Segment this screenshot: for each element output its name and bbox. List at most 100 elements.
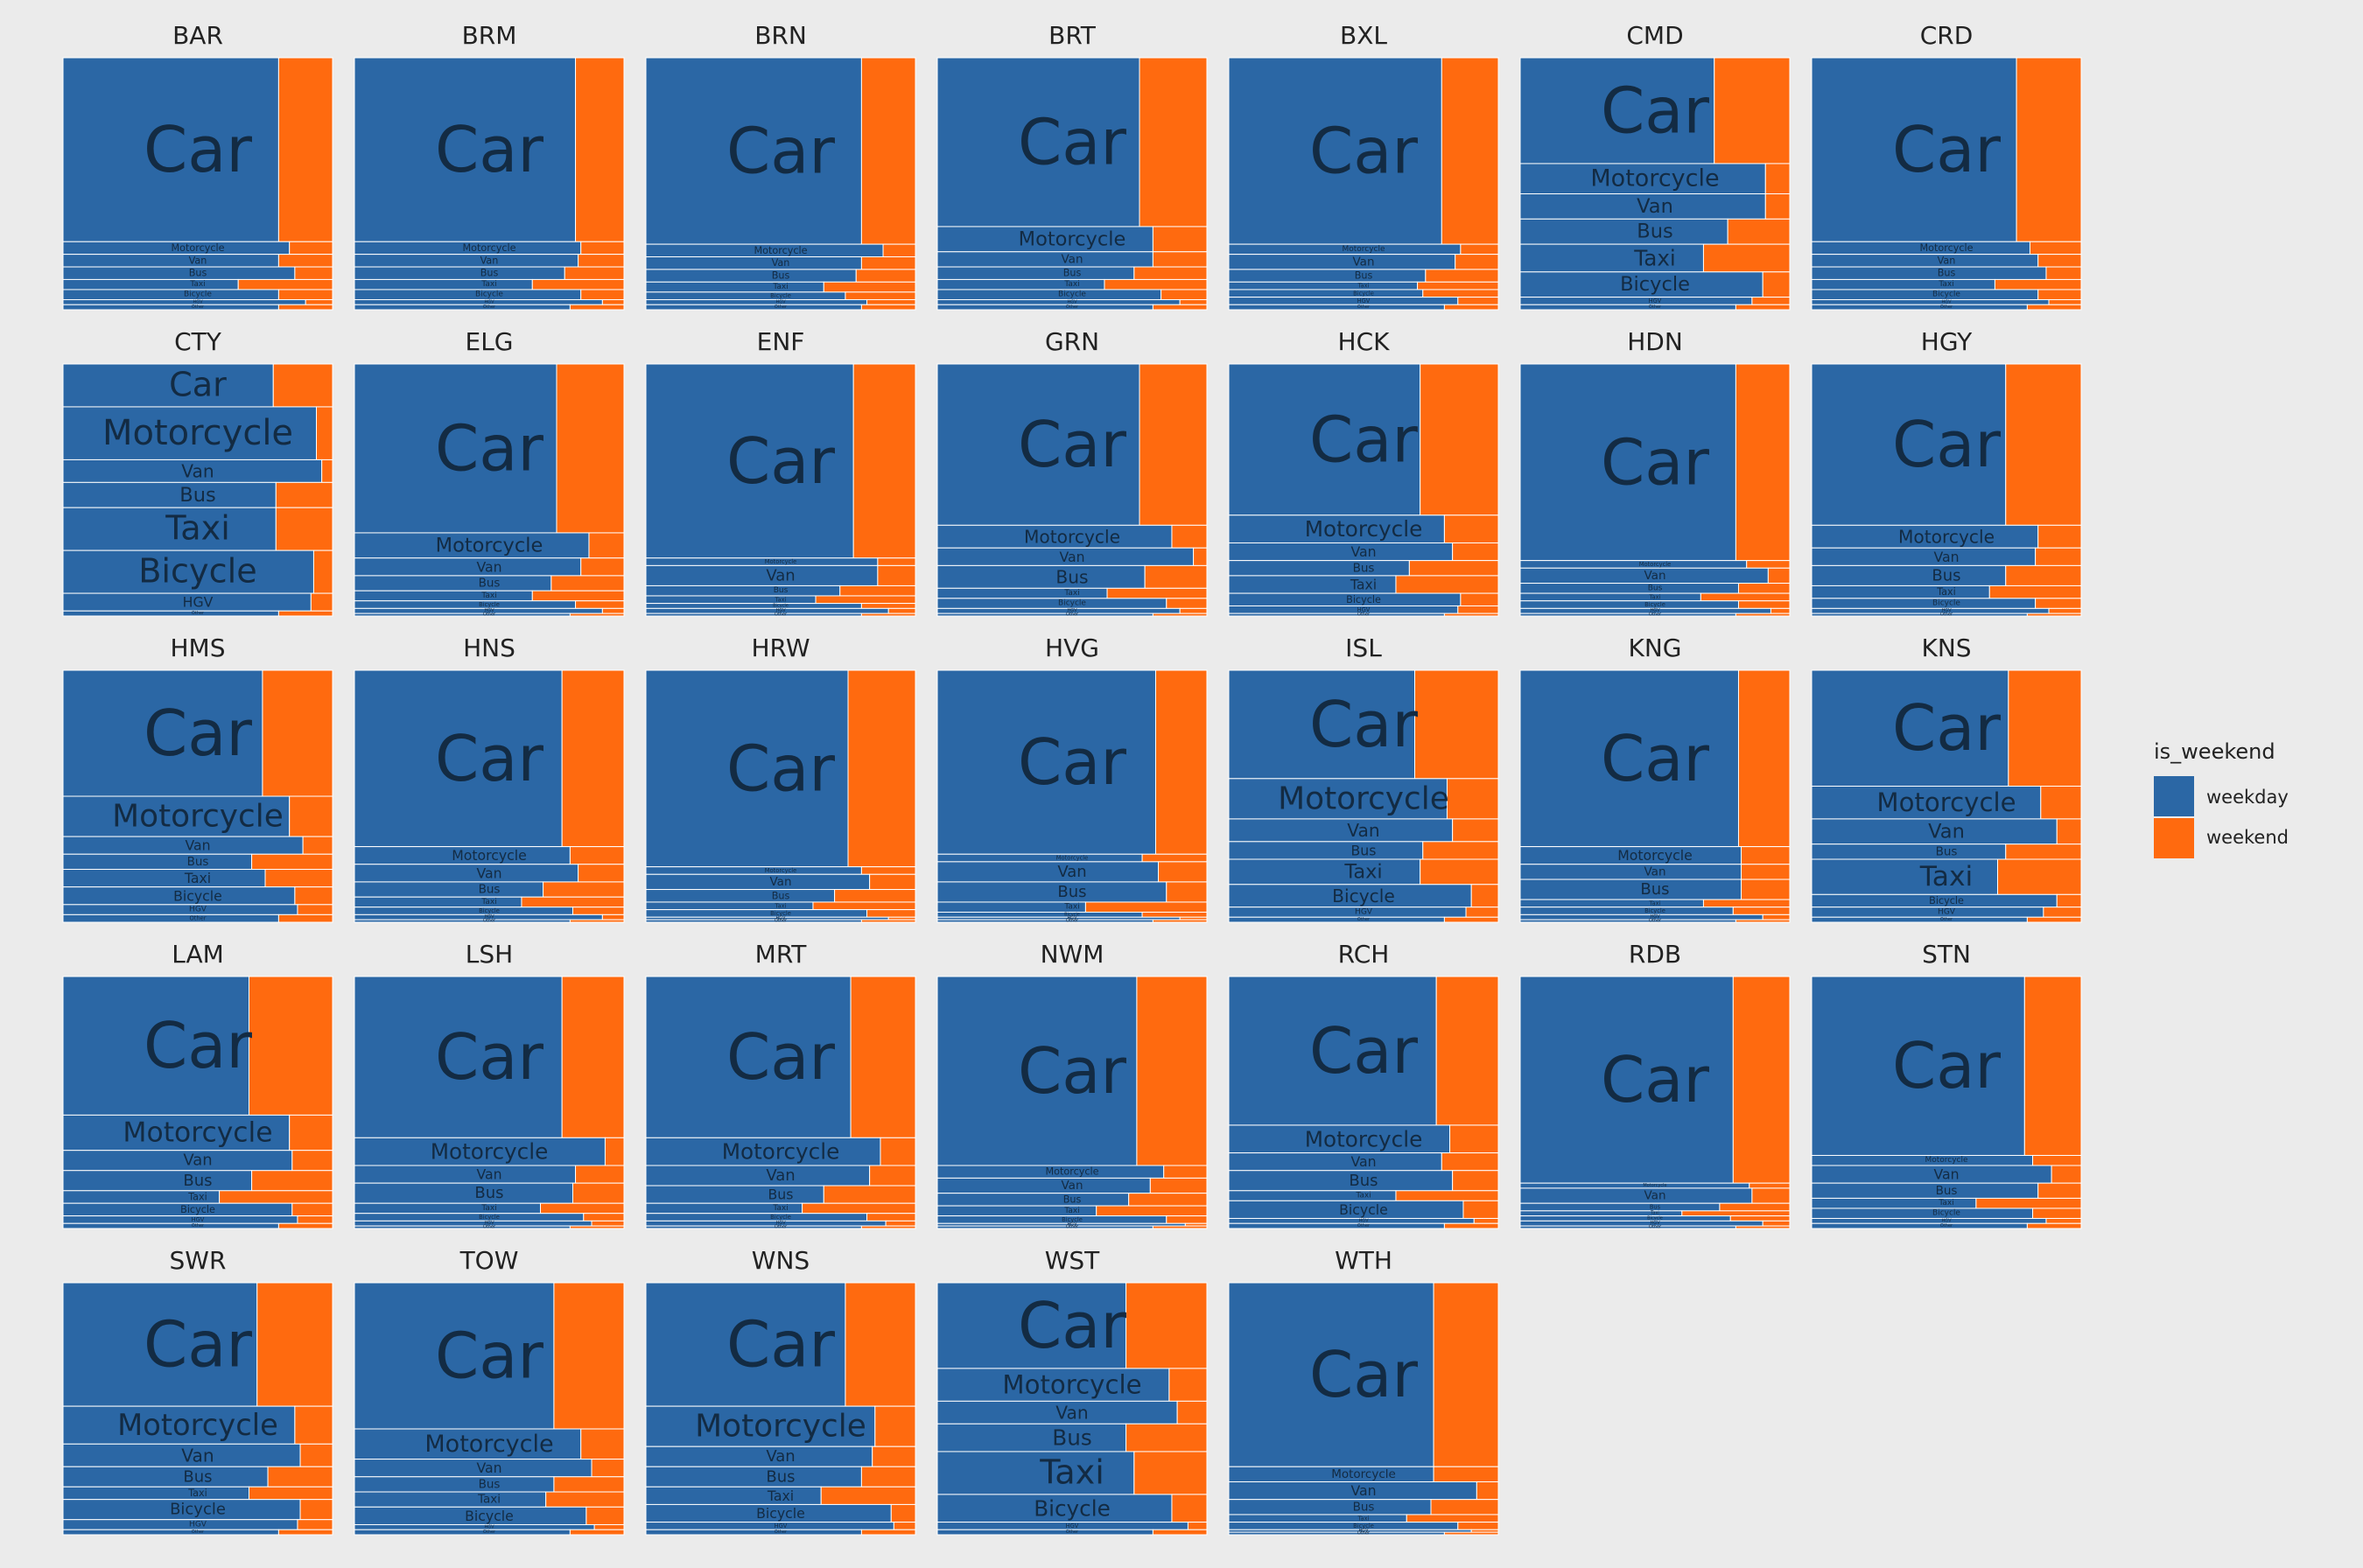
tile-taxi-weekday [1519, 899, 1704, 908]
tile-label-car: Car [1018, 725, 1126, 799]
tile-label-bus: Bus [1353, 1500, 1375, 1514]
tile-hgv-weekday [1228, 1217, 1475, 1224]
tile-label-car: Car [1309, 1338, 1418, 1411]
tile-other-weekday [936, 612, 1153, 617]
tile-hgv-weekend [1457, 605, 1499, 614]
tile-bus-weekday [645, 1185, 824, 1204]
tile-label-car: Car [144, 696, 252, 770]
tile-motorcycle-weekday [645, 557, 879, 566]
tile-hgv-weekday [645, 1220, 887, 1227]
tile-motorcycle-weekday [936, 853, 1143, 863]
tile-label-motorcycle: Motorcycle [722, 1139, 840, 1165]
tile-bicycle-weekend [571, 906, 625, 915]
tile-hgv-weekend [893, 1522, 916, 1530]
tile-label-other: Other [775, 1530, 788, 1535]
tile-van-weekend [580, 557, 625, 577]
tile-other-weekday [354, 1225, 571, 1229]
tile-car-weekend [1737, 669, 1791, 848]
tile-motorcycle-weekend [1764, 163, 1791, 195]
tile-hgv-weekend [1179, 298, 1208, 305]
tile-label-bus: Bus [189, 268, 207, 279]
tile-other-weekday [1228, 1222, 1445, 1229]
tile-label-motorcycle: Motorcycle [1925, 1156, 1968, 1165]
tile-bicycle-weekend [299, 1499, 333, 1521]
tile-label-car: Car [1892, 691, 2001, 765]
tile-label-taxi: Taxi [184, 870, 211, 886]
tile-label-other: Other [1940, 304, 1953, 310]
tile-motorcycle-weekend [880, 1137, 916, 1166]
tile-label-other: Other [1649, 612, 1662, 618]
tile-label-bicycle: Bicycle [756, 1505, 805, 1522]
facet-title: MRT [755, 940, 808, 969]
tile-hgv-weekend [1457, 297, 1499, 305]
tile-van-weekend [1158, 861, 1208, 883]
tile-van-weekday [1811, 254, 2039, 268]
tile-label-other: Other [775, 304, 788, 310]
tile-van-weekday [62, 836, 304, 855]
tile-bus-weekend [251, 853, 333, 871]
tile-label-hgv: HGV [1066, 1522, 1079, 1530]
tile-label-taxi: Taxi [1355, 1192, 1371, 1200]
tile-hgv-weekday [1811, 607, 2050, 614]
tile-taxi-weekday [354, 278, 533, 290]
tile-label-taxi: Taxi [165, 510, 230, 549]
tile-bus-weekend [2005, 564, 2082, 586]
tile-van-weekday [354, 1459, 593, 1478]
tile-other-weekend [2026, 612, 2082, 617]
tile-label-bicycle: Bicycle [1929, 895, 1964, 906]
tile-car-weekend [1714, 57, 1791, 164]
tile-label-hgv: HGV [189, 906, 207, 914]
tile-taxi-weekend [1406, 1514, 1499, 1523]
tile-label-motorcycle: Motorcycle [1019, 228, 1126, 250]
tile-bus-weekend [251, 1170, 333, 1192]
tile-label-van: Van [1644, 1189, 1665, 1203]
tile-bicycle-weekday [1811, 1208, 2034, 1219]
tile-label-van: Van [1350, 543, 1376, 560]
tile-taxi-weekend [1997, 858, 2082, 895]
tile-taxi-weekday [936, 901, 1086, 913]
tile-taxi-weekend [531, 590, 625, 602]
tile-label-bicycle: Bicycle [1346, 594, 1381, 606]
tile-car-weekend [852, 363, 916, 559]
tile-bicycle-weekday [1519, 1215, 1731, 1222]
tile-taxi-weekend [823, 281, 916, 293]
tile-van-weekend [1767, 567, 1791, 584]
tile-label-bus: Bus [1648, 584, 1663, 592]
tile-hgv-weekend [2048, 607, 2082, 614]
tile-van-weekend [869, 873, 916, 891]
tile-other-weekend [569, 1529, 625, 1536]
tile-bicycle-weekend [866, 1213, 916, 1222]
tile-car-weekend [1139, 57, 1208, 228]
tile-label-other: Other [483, 1225, 496, 1230]
facet-title: NWM [1041, 940, 1104, 969]
tile-label-van: Van [769, 875, 791, 889]
tile-bus-weekend [2037, 1182, 2082, 1199]
tile-label-van: Van [1350, 1153, 1376, 1170]
tile-other-weekday [645, 612, 862, 617]
tile-car-weekend [561, 669, 625, 848]
tile-bicycle-weekend [583, 1213, 625, 1222]
tile-motorcycle-weekend [1163, 1165, 1208, 1179]
tile-hgv-weekday [1519, 1220, 1763, 1227]
tile-other-weekend [1443, 304, 1499, 311]
tile-car-weekend [1414, 669, 1499, 780]
tile-car-weekend [1433, 1282, 1499, 1467]
tile-bus-weekday [1228, 1170, 1454, 1192]
tile-van-weekend [277, 254, 333, 268]
tile-van-weekday [1228, 1152, 1442, 1172]
tile-bicycle-weekend [585, 1506, 625, 1525]
tile-label-taxi: Taxi [1063, 903, 1079, 912]
tile-hgv-weekday [1519, 607, 1771, 614]
tile-hgv-weekday [936, 1522, 1189, 1530]
tile-taxi-weekend [531, 278, 625, 290]
tile-label-bus: Bus [766, 1467, 795, 1486]
tile-label-bus: Bus [1936, 844, 1958, 858]
tile-taxi-weekend [815, 595, 916, 605]
tile-other-weekend [569, 612, 625, 617]
tile-van-weekend [291, 1150, 333, 1172]
tile-label-bus: Bus [774, 586, 789, 595]
tile-bicycle-weekend [1457, 1522, 1499, 1530]
tile-motorcycle-weekday [1519, 560, 1748, 569]
tile-label-car: Car [1892, 1029, 2001, 1102]
tile-van-weekend [321, 458, 333, 483]
